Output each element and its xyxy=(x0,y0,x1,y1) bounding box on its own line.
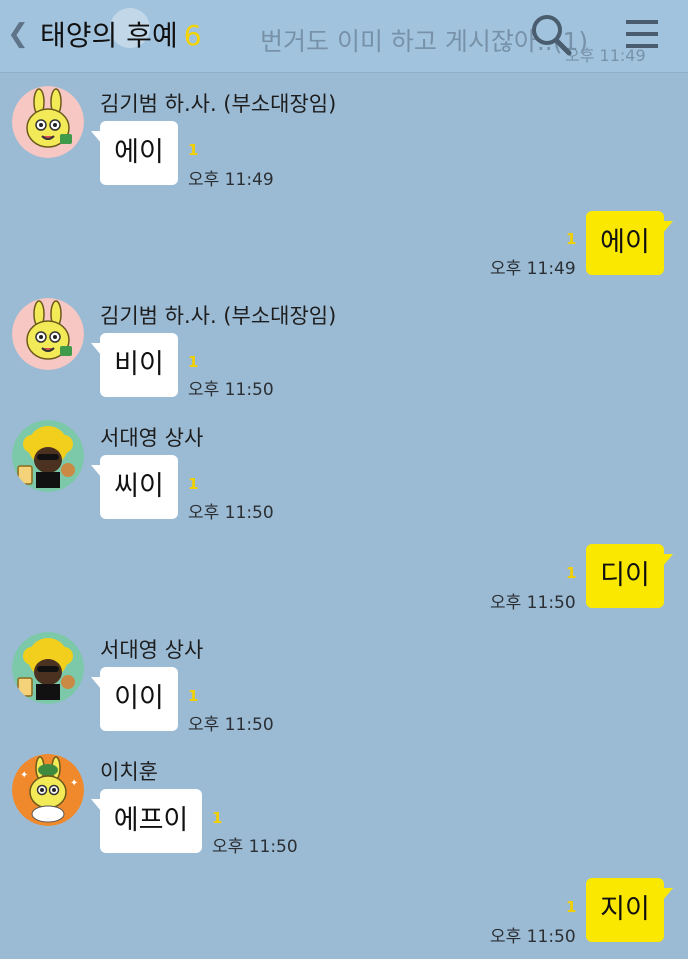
hamburger-menu-icon[interactable] xyxy=(618,12,666,56)
message-bubble[interactable]: 에프이 xyxy=(91,789,202,853)
message-row: ✦ ✦ 이치훈 에프이 1 오후 11:50 xyxy=(0,752,688,862)
sender-name: 서대영 상사 xyxy=(100,638,204,662)
chat-title-text: 태양의 후예 xyxy=(40,19,178,52)
message-bubble[interactable]: 디이 xyxy=(586,544,673,608)
message-time: 오후 11:50 xyxy=(188,715,274,735)
unread-count: 1 xyxy=(188,475,199,493)
chat-title: 태양의 후예 6 xyxy=(40,14,202,54)
afro-character-avatar-icon[interactable] xyxy=(12,632,84,704)
message-time: 오후 11:49 xyxy=(490,259,576,279)
message-row: 에이 1 오후 11:49 xyxy=(0,208,688,284)
message-bubble[interactable]: 비이 xyxy=(91,333,178,397)
unread-count: 1 xyxy=(188,353,199,371)
message-bubble[interactable]: 지이 xyxy=(586,878,673,942)
message-row: 지이 1 오후 11:50 xyxy=(0,876,688,952)
afro-character-avatar-icon[interactable] xyxy=(12,420,84,492)
rabbit-with-hat-avatar-icon[interactable]: ✦ ✦ xyxy=(12,754,84,826)
unread-count: 1 xyxy=(212,809,223,827)
message-time: 오후 11:50 xyxy=(490,927,576,947)
unread-count: 1 xyxy=(566,230,577,248)
message-bubble[interactable]: 이이 xyxy=(91,667,178,731)
member-count: 6 xyxy=(183,19,202,52)
message-row: 서대영 상사 이이 1 오후 11:50 xyxy=(0,630,688,738)
svg-text:✦: ✦ xyxy=(70,778,78,789)
svg-text:✦: ✦ xyxy=(20,770,28,781)
message-row: 서대영 상사 씨이 1 오후 11:50 xyxy=(0,418,688,526)
chevron-left-icon[interactable]: ❮ xyxy=(4,16,32,52)
yellow-rabbit-avatar-icon[interactable] xyxy=(12,298,84,370)
sender-name: 김기범 하.사. (부소대장임) xyxy=(100,304,337,328)
message-time: 오후 11:50 xyxy=(212,837,298,857)
message-time: 오후 11:50 xyxy=(490,593,576,613)
unread-count: 1 xyxy=(188,687,199,705)
message-bubble[interactable]: 씨이 xyxy=(91,455,178,519)
search-icon[interactable] xyxy=(528,12,574,56)
message-time: 오후 11:49 xyxy=(188,170,274,190)
message-time: 오후 11:50 xyxy=(188,503,274,523)
sender-name: 이치훈 xyxy=(100,760,158,784)
message-row: 김기범 하.사. (부소대장임) 비이 1 오후 11:50 xyxy=(0,296,688,404)
sender-name: 서대영 상사 xyxy=(100,426,204,450)
message-bubble[interactable]: 에이 xyxy=(91,121,178,185)
yellow-rabbit-avatar-icon[interactable] xyxy=(12,86,84,158)
unread-count: 1 xyxy=(566,564,577,582)
message-time: 오후 11:50 xyxy=(188,380,274,400)
message-bubble[interactable]: 에이 xyxy=(586,211,673,275)
unread-count: 1 xyxy=(188,141,199,159)
message-row: 김기범 하.사. (부소대장임) 에이 1 오후 11:49 xyxy=(0,84,688,194)
sender-name: 김기범 하.사. (부소대장임) xyxy=(100,92,337,116)
unread-count: 1 xyxy=(566,898,577,916)
chat-header: 번거도 이미 하고 게시잖아..(1) 오후 11:49 ❮ 태양의 후예 6 xyxy=(0,0,688,73)
message-row: 디이 1 오후 11:50 xyxy=(0,542,688,618)
